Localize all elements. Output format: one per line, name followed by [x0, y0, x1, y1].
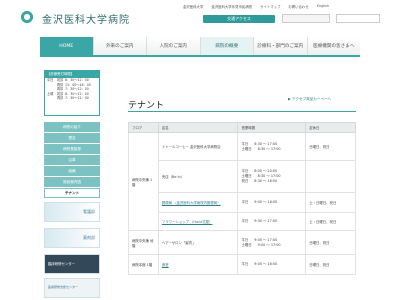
nursing-banner[interactable]: 看護部: [44, 202, 100, 222]
tenant-link-cafeteria[interactable]: 食堂: [162, 263, 169, 267]
page-title: テナント: [128, 101, 165, 111]
clinical-training-banner[interactable]: 臨床研修センター: [44, 254, 100, 274]
tenant-link-postoffice[interactable]: 郵便局 〈金沢医科大学病院内郵便局〉: [162, 201, 221, 205]
col-hours: 営業時間: [237, 122, 307, 133]
tenant-name: ヘアーサロン「髪衣」: [157, 230, 239, 255]
top-link-sitemap[interactable]: サイトマップ: [260, 4, 280, 9]
sidebar-item-organization[interactable]: 組織: [44, 166, 100, 176]
reception-hours-title: 【診療受付時間】: [45, 71, 99, 78]
nav-inpatient[interactable]: 入院のご案内: [146, 37, 200, 55]
table-row: 病院本館 1階 食堂 平日 9:00 ～ 16:00 日曜日、祝日: [128, 254, 356, 275]
tenant-hours: 平日 8:00 ～ 20:00 土曜日 8:30 ～ 17:00 祝日 8:30 ～ …: [237, 160, 307, 193]
sidebar-menu: 病院の紹介 理念 病院長挨拶 沿革 組織 施設案内図 テナント: [44, 122, 100, 199]
floor-cell: 病院中央棟 1階: [128, 132, 159, 231]
tenant-closed: 土・日曜日、祝日: [305, 192, 356, 213]
nav-outpatient[interactable]: 外来のご案内: [92, 37, 146, 55]
tenant-hours: 平日 9:00 ～ 16:00: [237, 192, 307, 213]
tenant-closed: 日曜日、祝日: [305, 254, 356, 275]
nav-departments[interactable]: 診療科・部門のご案内: [253, 37, 307, 55]
top-link-himi-hospital[interactable]: 金沢医科大学氷見市民病院: [211, 4, 252, 9]
nav-medical-institutions[interactable]: 医療機関の皆さまへ: [306, 37, 360, 55]
floor-cell: 病院中央棟 地階: [128, 230, 159, 255]
title-divider: [128, 111, 356, 112]
training-support-banner[interactable]: 医療研修支援センター: [44, 278, 100, 298]
tenant-closed: 日曜日、祝日: [305, 132, 356, 161]
col-closed: 定休日: [305, 122, 356, 133]
tenant-name: ドトールコーヒー 金沢医科大学病院店: [157, 132, 239, 161]
tenant-hours: 平日 9:30 ～ 17:00: [237, 212, 307, 231]
tenant-name: 食堂: [157, 254, 239, 275]
nav-overview[interactable]: 病院の概要: [199, 37, 253, 55]
site-title[interactable]: 金沢医科大学病院: [42, 11, 130, 26]
sidebar-item-history[interactable]: 沿革: [44, 155, 100, 165]
reception-hours-box: 【診療受付時間】 平日 初診 8：30～12：00 再診 13：00～16：00 再診…: [44, 70, 100, 116]
sidebar-item-tenant[interactable]: テナント: [44, 188, 100, 198]
sidebar-item-greeting[interactable]: 病院長挨拶: [44, 144, 100, 154]
sidebar-item-introduction[interactable]: 病院の紹介: [44, 122, 100, 132]
search-input[interactable]: [336, 14, 380, 23]
sidebar-item-philosophy[interactable]: 理念: [44, 133, 100, 143]
table-row: 売店（Be In） 平日 8:00 ～ 20:00 土曜日 8:30 ～ 17:00…: [129, 160, 356, 193]
top-links: 金沢医科大学 金沢医科大学氷見市民病院 サイトマップ お問い合わせ Englis…: [183, 4, 329, 9]
hospital-logo-icon[interactable]: [20, 10, 34, 24]
tenant-hours: 平日 6:30 ～ 17:00 土曜日 8:30 ～ 17:00: [237, 132, 307, 161]
global-nav: HOME 外来のご案内 入院のご案内 病院の概要 診療科・部門のご案内 医療機関…: [40, 37, 360, 57]
tenant-link-flowershop[interactable]: フラワーショップ 〈Hana花屋〉: [162, 220, 213, 224]
table-row: 病院中央棟 地階 ヘアーサロン「髪衣」 平日 9:00 ～ 17:00 土曜日 9:…: [128, 230, 356, 255]
tenant-table: フロア 店名 営業時間 定休日 病院中央棟 1階 ドトールコーヒー 金沢医科大学…: [128, 122, 356, 275]
tenant-closed: 土・日曜日、祝日: [305, 212, 356, 231]
floor-cell: 病院本館 1階: [128, 254, 159, 275]
top-link-contact[interactable]: お問い合わせ: [288, 4, 308, 9]
sidebar-item-facility-map[interactable]: 施設案内図: [44, 177, 100, 187]
tenant-hours: 平日 9:00 ～ 16:00: [237, 254, 307, 275]
table-row: 病院中央棟 1階 ドトールコーヒー 金沢医科大学病院店 平日 6:30 ～ 17:…: [128, 132, 356, 231]
table-row: 郵便局 〈金沢医科大学病院内郵便局〉 平日 9:00 ～ 16:00 土・日曜日、…: [129, 192, 356, 213]
nav-home[interactable]: HOME: [40, 37, 93, 55]
pharmacy-banner[interactable]: 薬剤部: [44, 228, 100, 248]
col-name: 店名: [157, 122, 239, 133]
store-link[interactable]: ▶ アクセプ商品カーペーへ: [288, 97, 331, 102]
tenant-name: フラワーショップ 〈Hana花屋〉: [157, 212, 239, 231]
col-floor: フロア: [128, 122, 159, 133]
tenant-name: 売店（Be In）: [157, 160, 239, 193]
font-size-control[interactable]: [282, 14, 330, 23]
top-link-english[interactable]: English: [317, 4, 329, 9]
tenant-closed: [305, 160, 356, 193]
access-button[interactable]: 交通アクセス: [203, 15, 275, 23]
tenant-closed: 日曜日、祝日: [305, 230, 356, 255]
table-row: フラワーショップ 〈Hana花屋〉 平日 9:30 ～ 17:00 土・日曜日、祝…: [129, 212, 356, 231]
tenant-hours: 平日 9:00 ～ 17:00 土曜日 9:00 ～ 17:00: [237, 230, 307, 255]
top-link-university[interactable]: 金沢医科大学: [183, 4, 203, 9]
tenant-name: 郵便局 〈金沢医科大学病院内郵便局〉: [157, 192, 239, 213]
table-header-row: フロア 店名 営業時間 定休日: [128, 122, 356, 133]
hours-row: 再診 7：30～12：00: [57, 96, 89, 100]
